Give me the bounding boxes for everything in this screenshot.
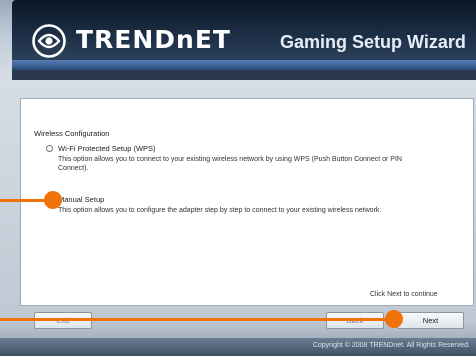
trendnet-logo-icon [32,24,66,58]
manual-setup-option-description: This option allows you to configure the … [58,207,382,214]
manual-setup-option-label[interactable]: Manual Setup [58,195,104,204]
header-banner: TRENDnET Gaming Setup Wizard [12,0,476,80]
next-button[interactable]: Next [397,312,464,329]
next-pointer-line [0,318,394,321]
next-pointer-dot [385,310,403,328]
continue-hint: Click Next to continue [370,291,438,298]
footer-bar: Copyright © 2008 TRENDnet. All Rights Re… [0,338,476,356]
header-strip [12,70,476,80]
copyright-text: Copyright © 2008 TRENDnet. All Rights Re… [312,342,470,349]
section-label: Wireless Configuration [34,129,110,138]
wizard-title: Gaming Setup Wizard [280,32,466,52]
installer-window: TRENDnET Gaming Setup Wizard Wireless Co… [0,0,476,356]
manual-setup-pointer-dot [44,191,62,209]
header-glow [12,60,476,70]
wps-option-label[interactable]: Wi-Fi Protected Setup (WPS) [58,144,156,153]
wps-radio[interactable] [46,145,53,152]
brand-name: TRENDnET [76,25,231,54]
wps-option-description: This option allows you to connect to you… [58,156,402,172]
